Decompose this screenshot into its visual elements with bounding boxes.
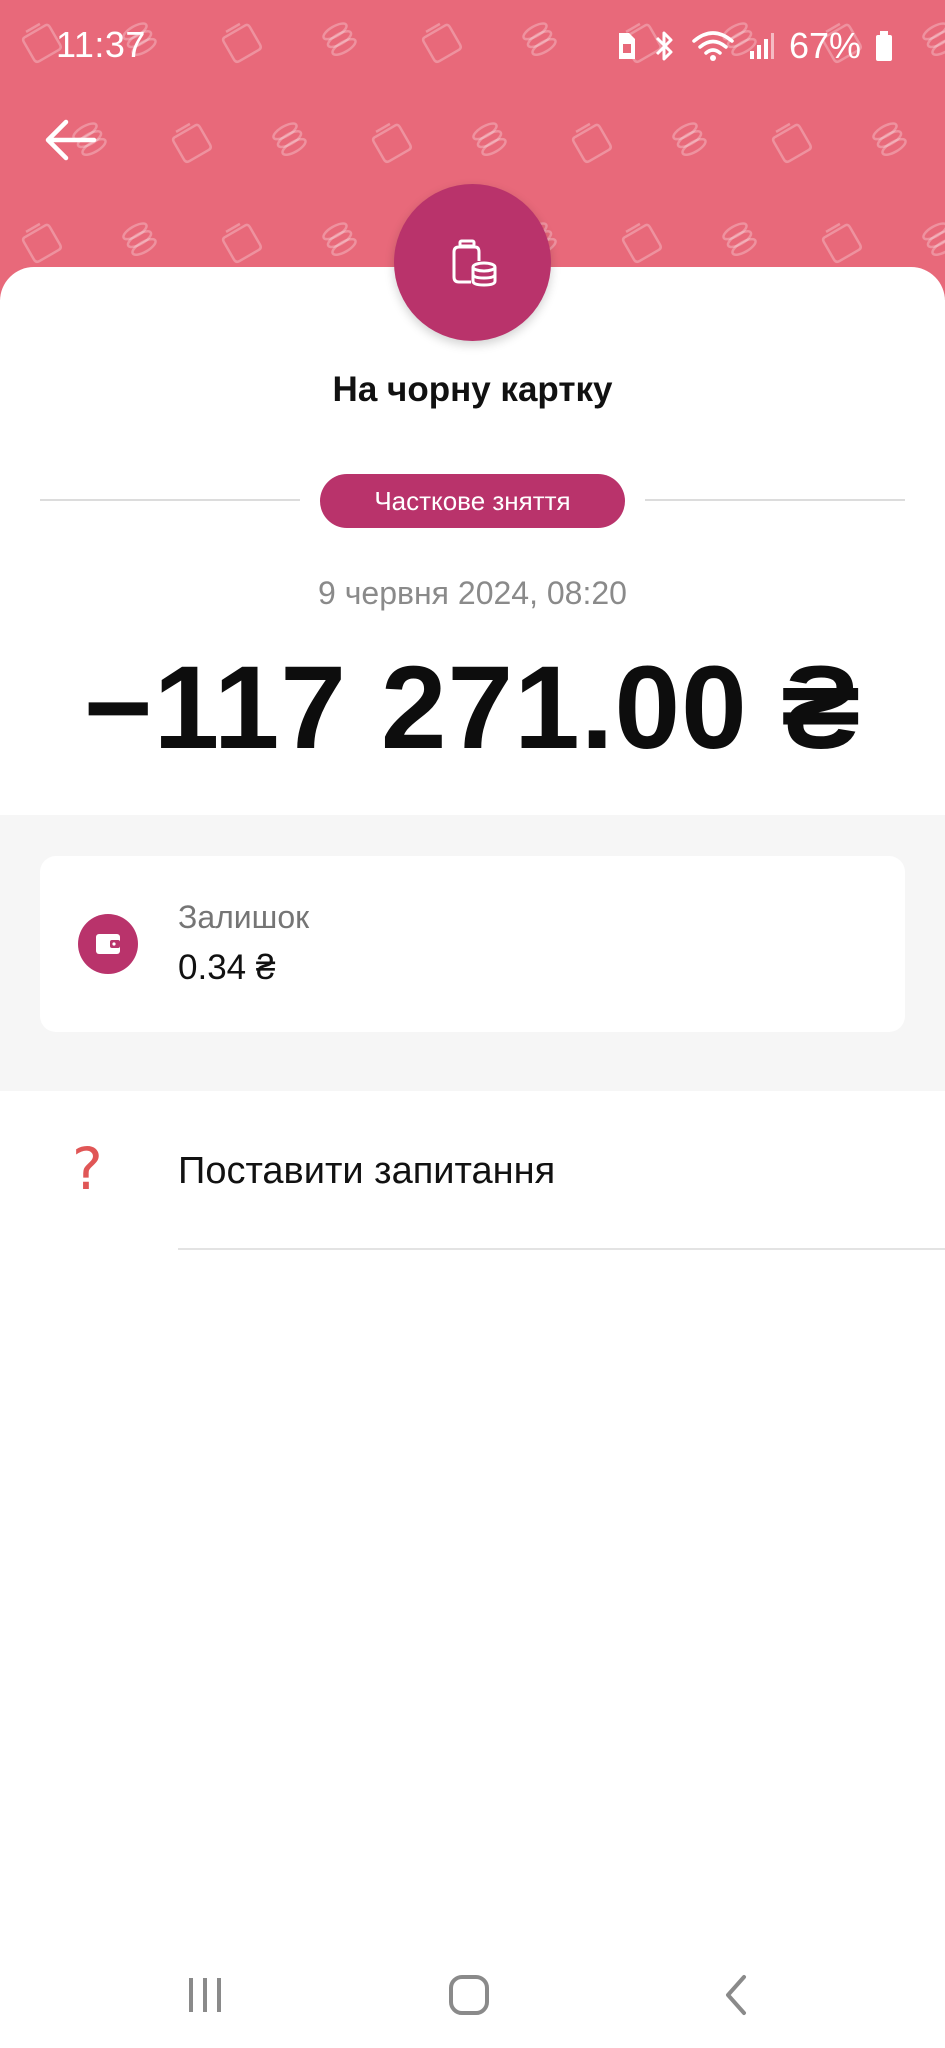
- home-icon: [449, 1975, 489, 2015]
- transaction-date: 9 червня 2024, 08:20: [318, 575, 627, 611]
- recent-apps-button[interactable]: [160, 1962, 250, 2028]
- back-icon: [726, 1975, 746, 2015]
- wallet-icon: [96, 934, 120, 954]
- jar-avatar: [394, 184, 551, 341]
- bluetooth-icon: [655, 31, 673, 61]
- jar-coins-icon: [452, 239, 496, 287]
- pattern-jar: [771, 122, 812, 164]
- pattern-jar: [171, 122, 212, 164]
- battery-percent: 67%: [788, 25, 861, 66]
- home-button[interactable]: [424, 1962, 514, 2028]
- nav-back-button[interactable]: [690, 1962, 780, 2028]
- status-time: 11:37: [56, 24, 146, 65]
- transaction-amount: −117 271.00 ₴: [83, 642, 862, 774]
- status-bar: 11:37 67%: [0, 0, 945, 92]
- pattern-coins: [472, 122, 507, 156]
- ask-row-divider: [178, 1248, 945, 1250]
- balance-section: Залишок 0.34 ₴: [0, 815, 945, 1091]
- pattern-coins: [322, 222, 357, 256]
- back-button[interactable]: [36, 110, 104, 170]
- pattern-coins: [272, 122, 307, 156]
- ask-question-row[interactable]: ? Поставити запитання: [0, 1110, 945, 1250]
- divider-right: [645, 499, 905, 501]
- pattern-coins: [872, 122, 907, 156]
- battery-icon: [876, 31, 892, 61]
- wifi-icon: [692, 31, 734, 61]
- status-icons: 67%: [615, 24, 893, 68]
- balance-value: 0.34 ₴: [178, 948, 276, 987]
- pattern-coins: [122, 222, 157, 256]
- signal-icon: [749, 33, 774, 59]
- pattern-jar: [821, 222, 862, 264]
- jar-title: На чорну картку: [332, 370, 613, 409]
- pattern-jar: [571, 122, 612, 164]
- pattern-jar: [371, 122, 412, 164]
- pattern-coins: [722, 222, 757, 256]
- pattern-coins: [922, 222, 945, 256]
- balance-label: Залишок: [178, 899, 310, 935]
- sim-icon: [618, 33, 635, 59]
- system-nav-bar: [0, 1940, 945, 2048]
- divider-left: [40, 499, 300, 501]
- pattern-jar: [21, 222, 62, 264]
- ask-question-label: Поставити запитання: [178, 1150, 556, 1192]
- pattern-jar: [221, 222, 262, 264]
- balance-card: Залишок 0.34 ₴: [40, 856, 905, 1032]
- recent-apps-icon: [189, 1978, 221, 2012]
- transaction-type-badge: Часткове зняття: [320, 474, 625, 528]
- pattern-jar: [621, 222, 662, 264]
- pattern-coins: [672, 122, 707, 156]
- back-arrow-icon: [45, 119, 97, 161]
- question-icon: ?: [72, 1135, 103, 1203]
- wallet-badge: [78, 914, 138, 974]
